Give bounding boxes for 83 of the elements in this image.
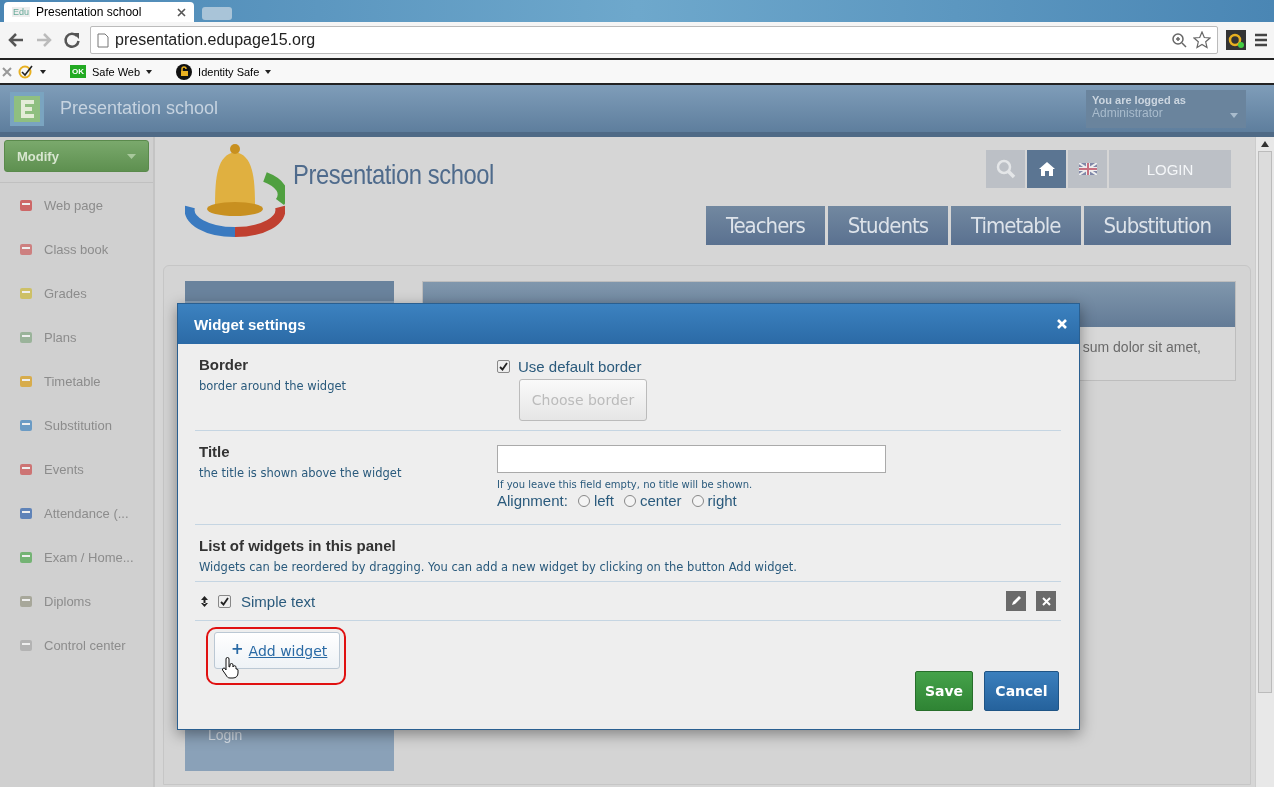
nav-tab[interactable]: Substitution xyxy=(1083,206,1231,245)
menu-item-icon xyxy=(18,197,34,213)
delete-button[interactable] xyxy=(1036,591,1056,611)
sidebar-item[interactable]: Web page xyxy=(44,197,104,213)
home-button[interactable] xyxy=(1027,150,1066,188)
radio-button[interactable] xyxy=(691,494,704,507)
close-icon[interactable] xyxy=(177,7,186,17)
menu-item-icon xyxy=(18,329,34,345)
section-hint: Widgets can be reordered by dragging. You can add a new widget by clicking on the button Add widget. xyxy=(199,560,799,574)
menu-item-icon xyxy=(18,549,34,565)
nav-link[interactable]: Login xyxy=(208,727,243,743)
section-label: Title xyxy=(199,443,231,460)
sidebar-item[interactable]: Grades xyxy=(44,285,87,301)
section-label: List of widgets in this panel xyxy=(199,537,397,554)
dialog-title: Widget settings xyxy=(194,315,306,333)
flag-icon[interactable] xyxy=(1078,163,1097,175)
sidebar-item[interactable]: Substitution xyxy=(44,417,112,433)
sidebar-item[interactable]: Diploms xyxy=(44,593,91,609)
page-icon xyxy=(97,32,109,48)
bookmark-menu[interactable]: Identity Safe xyxy=(198,65,260,78)
hand-cursor-icon xyxy=(221,657,239,679)
ok-badge: OK xyxy=(70,65,86,78)
scroll-up-icon[interactable] xyxy=(1261,141,1269,147)
section-hint: the title is shown above the widget xyxy=(199,466,403,480)
menu-item-icon xyxy=(18,241,34,257)
panel-text: sum dolor sit amet, xyxy=(1082,339,1201,355)
field-note: If you leave this field empty, no title will be shown. xyxy=(497,479,754,490)
save-button[interactable]: Save xyxy=(915,671,973,711)
nav-tab[interactable]: Teachers xyxy=(706,206,825,245)
section-hint: border around the widget xyxy=(199,379,348,393)
browser-tab[interactable]: Edu Presentation school xyxy=(4,2,194,22)
menu-item-icon xyxy=(18,505,34,521)
widget-name: Simple text xyxy=(241,592,317,610)
radio-button[interactable] xyxy=(623,494,636,507)
menu-item-icon xyxy=(18,461,34,477)
scrollbar[interactable] xyxy=(1255,137,1274,787)
bookmark-menu[interactable]: Safe Web xyxy=(92,65,141,78)
checkbox[interactable] xyxy=(497,360,510,373)
zoom-icon[interactable] xyxy=(1171,32,1187,48)
star-icon[interactable] xyxy=(1193,31,1211,49)
nav-tab[interactable]: Students xyxy=(827,206,948,245)
checkbox[interactable] xyxy=(218,594,231,608)
login-button[interactable]: LOGIN xyxy=(1109,150,1231,188)
modify-button[interactable]: Modify xyxy=(4,140,149,172)
school-title: Presentation school xyxy=(293,159,494,192)
caret-icon[interactable] xyxy=(146,69,153,74)
user-dropdown[interactable]: You are logged as Administrator xyxy=(1086,89,1246,128)
section-label: Border xyxy=(199,356,250,373)
address-bar[interactable]: presentation.edupage15.org xyxy=(90,26,1218,54)
sidebar-item[interactable]: Events xyxy=(44,461,84,477)
add-widget-button[interactable]: + Add widget xyxy=(214,632,340,669)
sidebar-item[interactable]: Plans xyxy=(44,329,77,345)
reload-icon[interactable] xyxy=(62,30,82,50)
menu-item-icon xyxy=(18,373,34,389)
favicon: Edu xyxy=(12,7,30,17)
drag-handle-icon[interactable] xyxy=(201,595,208,607)
menu-icon[interactable] xyxy=(1254,33,1268,47)
check-circle-icon[interactable] xyxy=(18,64,34,79)
alignment-option[interactable]: left xyxy=(577,492,614,509)
menu-item-icon xyxy=(18,417,34,433)
sidebar-item[interactable]: Control center xyxy=(44,637,126,653)
sidebar-item[interactable]: Exam / Home... xyxy=(44,549,134,565)
sidebar-item[interactable]: Class book xyxy=(44,241,109,257)
home-icon[interactable] xyxy=(1037,161,1056,177)
menu-item-icon xyxy=(18,637,34,653)
checkbox-label[interactable]: Use default border xyxy=(518,358,642,375)
menu-item-icon xyxy=(18,285,34,301)
title-input[interactable] xyxy=(497,445,886,473)
radio-button[interactable] xyxy=(577,494,590,507)
language-button[interactable] xyxy=(1068,150,1107,188)
caret-icon[interactable] xyxy=(265,69,272,74)
lock-icon xyxy=(176,63,193,80)
site-name[interactable]: Presentation school xyxy=(60,98,1086,119)
alignment-option[interactable]: right xyxy=(691,492,737,509)
extension-icon[interactable] xyxy=(1226,30,1246,50)
caret-icon[interactable] xyxy=(40,69,46,74)
sidebar-item[interactable]: Attendance (... xyxy=(44,505,129,521)
sidebar-item[interactable]: Timetable xyxy=(44,373,101,389)
cancel-button[interactable]: Cancel xyxy=(984,671,1059,711)
nav-tab[interactable]: Timetable xyxy=(951,206,1081,245)
alignment-option[interactable]: center xyxy=(623,492,682,509)
menu-item-icon xyxy=(18,593,34,609)
alignment-label: Alignment: xyxy=(497,492,568,509)
